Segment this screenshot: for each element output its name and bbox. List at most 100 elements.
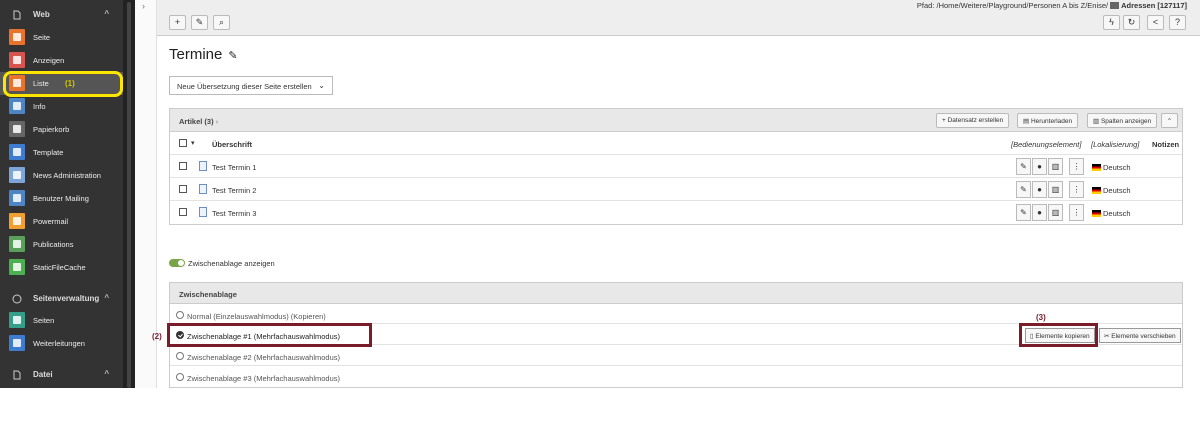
- reload-button[interactable]: ↻: [1123, 15, 1140, 30]
- trash-icon: ▥: [1051, 208, 1060, 217]
- columns-icon: ▥: [1093, 118, 1101, 125]
- table-row[interactable]: Test Termin 2 ✎ ● ▥ ⋮ Deutsch: [170, 178, 1182, 201]
- record-icon[interactable]: [199, 184, 207, 194]
- chevron-right-icon: ›: [142, 1, 145, 11]
- download-label: Herunterladen: [1030, 118, 1073, 125]
- edit-button[interactable]: ✎: [1016, 181, 1031, 198]
- chevron-up-icon: ⌃: [1166, 118, 1173, 125]
- template-icon: [9, 144, 25, 160]
- help-button[interactable]: ?: [1169, 15, 1186, 30]
- new-record-button[interactable]: +: [169, 15, 186, 30]
- flag-de-icon: [1092, 187, 1101, 194]
- chevron-down-icon: ⌄: [318, 81, 325, 90]
- sidebar-item-news-administration[interactable]: News Administration: [0, 164, 123, 187]
- caret-down-icon[interactable]: ▾: [191, 139, 195, 147]
- record-icon[interactable]: [199, 161, 207, 171]
- hide-toggle-button[interactable]: ●: [1032, 204, 1047, 221]
- row-checkbox[interactable]: [179, 162, 187, 170]
- radio-button[interactable]: [176, 352, 184, 360]
- sidebar-item-label: Info: [33, 102, 46, 111]
- clipboard-toggle[interactable]: Zwischenablage anzeigen: [169, 259, 275, 268]
- sidebar-item-benutzer-mailing[interactable]: Benutzer Mailing: [0, 187, 123, 210]
- radio-button[interactable]: [176, 311, 184, 319]
- navigation-toggle[interactable]: ›: [135, 0, 157, 388]
- sidebar-scrollbar[interactable]: [123, 0, 135, 388]
- language-label: Deutsch: [1092, 163, 1131, 172]
- more-options-button[interactable]: ⋮: [1069, 158, 1084, 175]
- language-label: Deutsch: [1092, 209, 1131, 218]
- collapse-button[interactable]: ⌃: [1161, 113, 1178, 128]
- sidebar-item-publications[interactable]: Publications: [0, 233, 123, 256]
- hide-toggle-button[interactable]: ●: [1032, 181, 1047, 198]
- radio-button[interactable]: [176, 373, 184, 381]
- sidebar-section-seitenverwaltung[interactable]: Seitenverwaltung ^: [0, 288, 123, 310]
- clipboard-panel-header: Zwischenablage: [170, 283, 1182, 304]
- share-button[interactable]: <: [1147, 15, 1164, 30]
- show-columns-label: Spalten anzeigen: [1100, 118, 1152, 125]
- hide-toggle-button[interactable]: ●: [1032, 158, 1047, 175]
- file-icon: [12, 370, 22, 380]
- edit-page-button[interactable]: ✎: [191, 15, 208, 30]
- edit-button[interactable]: ✎: [1016, 204, 1031, 221]
- row-title[interactable]: Test Termin 2: [212, 186, 256, 195]
- clear-cache-button[interactable]: ϟ: [1103, 15, 1120, 30]
- chevron-up-icon: ^: [104, 369, 109, 378]
- sidebar-item-label: Weiterleitungen: [33, 339, 85, 348]
- download-icon: ▤: [1023, 118, 1031, 125]
- articles-panel-header: Artikel (3) › + Datensatz erstellen ▤ He…: [170, 109, 1182, 132]
- more-options-button[interactable]: ⋮: [1069, 181, 1084, 198]
- sidebar-item-info[interactable]: Info: [0, 95, 123, 118]
- more-options-button[interactable]: ⋮: [1069, 204, 1084, 221]
- path-prefix: Pfad: /Home/Weitere/Playground/Personen …: [916, 1, 1109, 10]
- create-record-button[interactable]: + Datensatz erstellen: [936, 113, 1010, 128]
- row-checkbox[interactable]: [179, 185, 187, 193]
- sidebar-section-datei[interactable]: Datei ^: [0, 364, 123, 386]
- record-icon[interactable]: [199, 207, 207, 217]
- sidebar-item-template[interactable]: Template: [0, 141, 123, 164]
- annotation-label-1: (1): [65, 79, 75, 88]
- sidebar-section-web[interactable]: Web ^: [0, 4, 123, 26]
- page-title-text: Termine: [169, 46, 223, 63]
- articles-heading[interactable]: Artikel (3) ›: [179, 117, 218, 126]
- sidebar-item-seiten[interactable]: Seiten: [0, 309, 123, 332]
- select-all-checkbox[interactable]: [179, 139, 187, 147]
- language-text: Deutsch: [1103, 186, 1131, 195]
- edit-button[interactable]: ✎: [1016, 158, 1031, 175]
- column-header-headline[interactable]: Überschrift: [212, 140, 252, 149]
- sidebar-item-anzeigen[interactable]: Anzeigen: [0, 49, 123, 72]
- sidebar-item-staticfilecache[interactable]: StaticFileCache: [0, 256, 123, 279]
- delete-button[interactable]: ▥: [1048, 181, 1063, 198]
- clipboard-option[interactable]: Zwischenablage #3 (Mehrfachauswahlmodus): [170, 366, 1182, 387]
- plus-icon: +: [174, 17, 181, 27]
- translation-select[interactable]: Neue Übersetzung dieser Seite erstellen …: [169, 76, 333, 95]
- chevron-right-icon: ›: [215, 117, 219, 126]
- pencil-icon[interactable]: ✎: [228, 50, 237, 62]
- download-button[interactable]: ▤ Herunterladen: [1017, 113, 1079, 128]
- column-header-control: [Bedienungselement]: [1011, 140, 1082, 149]
- page-icon: [9, 29, 25, 45]
- sidebar-section-label: Seitenverwaltung: [33, 294, 100, 303]
- toggle-switch[interactable]: [169, 259, 185, 267]
- more-icon: ⋮: [1072, 185, 1081, 194]
- table-row[interactable]: Test Termin 1 ✎ ● ▥ ⋮ Deutsch: [170, 155, 1182, 178]
- clipboard-option[interactable]: Normal (Einzelauswahlmodus) (Kopieren): [170, 304, 1182, 324]
- clipboard-option-label: Zwischenablage #3 (Mehrfachauswahlmodus): [187, 374, 340, 383]
- clipboard-option[interactable]: Zwischenablage #2 (Mehrfachauswahlmodus): [170, 345, 1182, 366]
- row-checkbox[interactable]: [179, 208, 187, 216]
- sidebar-item-powermail[interactable]: Powermail: [0, 210, 123, 233]
- clipboard-toggle-label: Zwischenablage anzeigen: [188, 259, 275, 268]
- sidebar-item-seite[interactable]: Seite: [0, 26, 123, 49]
- sidebar-item-weiterleitungen[interactable]: Weiterleitungen: [0, 332, 123, 355]
- page-icon: [1110, 2, 1120, 9]
- annotation-highlight-liste: [3, 71, 123, 97]
- delete-button[interactable]: ▥: [1048, 204, 1063, 221]
- row-title[interactable]: Test Termin 3: [212, 209, 256, 218]
- move-elements-button[interactable]: ✂ Elemente verschieben: [1099, 328, 1181, 343]
- table-row[interactable]: Test Termin 3 ✎ ● ▥ ⋮ Deutsch: [170, 201, 1182, 224]
- show-columns-button[interactable]: ▥ Spalten anzeigen: [1087, 113, 1158, 128]
- sidebar-item-papierkorb[interactable]: Papierkorb: [0, 118, 123, 141]
- scrollbar-thumb[interactable]: [127, 2, 131, 388]
- delete-button[interactable]: ▥: [1048, 158, 1063, 175]
- search-button[interactable]: ⌕: [213, 15, 230, 30]
- row-title[interactable]: Test Termin 1: [212, 163, 256, 172]
